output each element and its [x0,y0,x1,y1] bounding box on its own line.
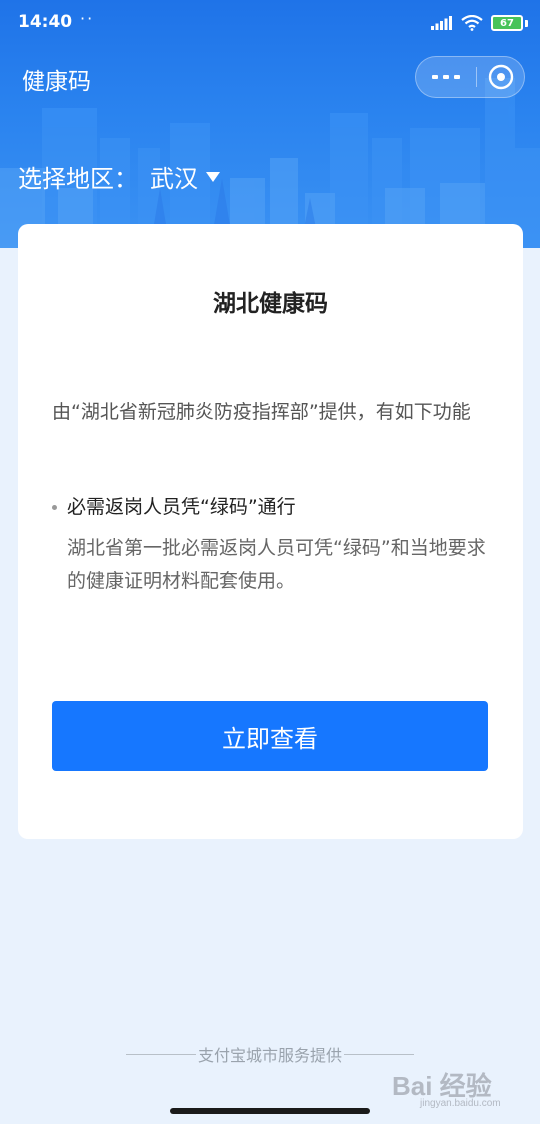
battery-icon: 67 [491,15,523,31]
battery-tip [525,19,528,27]
region-label: 选择地区： [18,164,138,193]
view-now-button[interactable]: 立即查看 [52,701,488,771]
wifi-icon [461,15,483,31]
card-description: 由“湖北省新冠肺炎防疫指挥部”提供，有如下功能 [52,401,471,423]
card-title: 湖北健康码 [213,291,328,317]
status-indicators: 67 [431,12,528,34]
footer-divider-left [125,1053,196,1055]
footer-text: 支付宝城市服务提供 [197,1046,342,1065]
footer-divider-right [344,1053,414,1055]
more-dots-icon [432,75,460,79]
mini-program-capsule [415,56,525,98]
close-circle-icon [488,64,514,90]
feature-description: 湖北省第一批必需返岗人员可凭“绿码”和当地要求的健康证明材料配套使用。 [67,537,486,592]
bullet-icon [52,505,57,510]
region-value[interactable]: 武汉 [150,159,198,194]
status-notification-dots: ·· [80,9,95,28]
footer: 支付宝城市服务提供 [0,1041,540,1067]
health-code-card: 湖北健康码 由“湖北省新冠肺炎防疫指挥部”提供，有如下功能 必需返岗人员凭“绿码… [18,224,523,839]
capsule-divider [476,67,477,87]
app-title: 健康码 [22,69,91,95]
watermark-url: jingyan.baidu.com [420,1098,501,1109]
battery-level: 67 [500,17,514,29]
region-selector[interactable]: 选择地区： 武汉 [18,158,220,194]
header-banner: 14:40 ·· 67 健康码 选择地区： 武汉 [0,0,540,248]
caret-down-icon[interactable] [206,172,220,182]
close-button[interactable] [478,57,524,97]
feature-title: 必需返岗人员凭“绿码”通行 [67,496,296,518]
signal-icon [431,16,452,30]
baidu-jingyan-watermark: Bai 经验 jingyan.baidu.com [392,1066,522,1114]
status-time: 14:40 [18,12,73,32]
status-bar: 14:40 ·· 67 [0,0,540,44]
more-button[interactable] [416,57,476,97]
home-indicator[interactable] [170,1108,370,1114]
